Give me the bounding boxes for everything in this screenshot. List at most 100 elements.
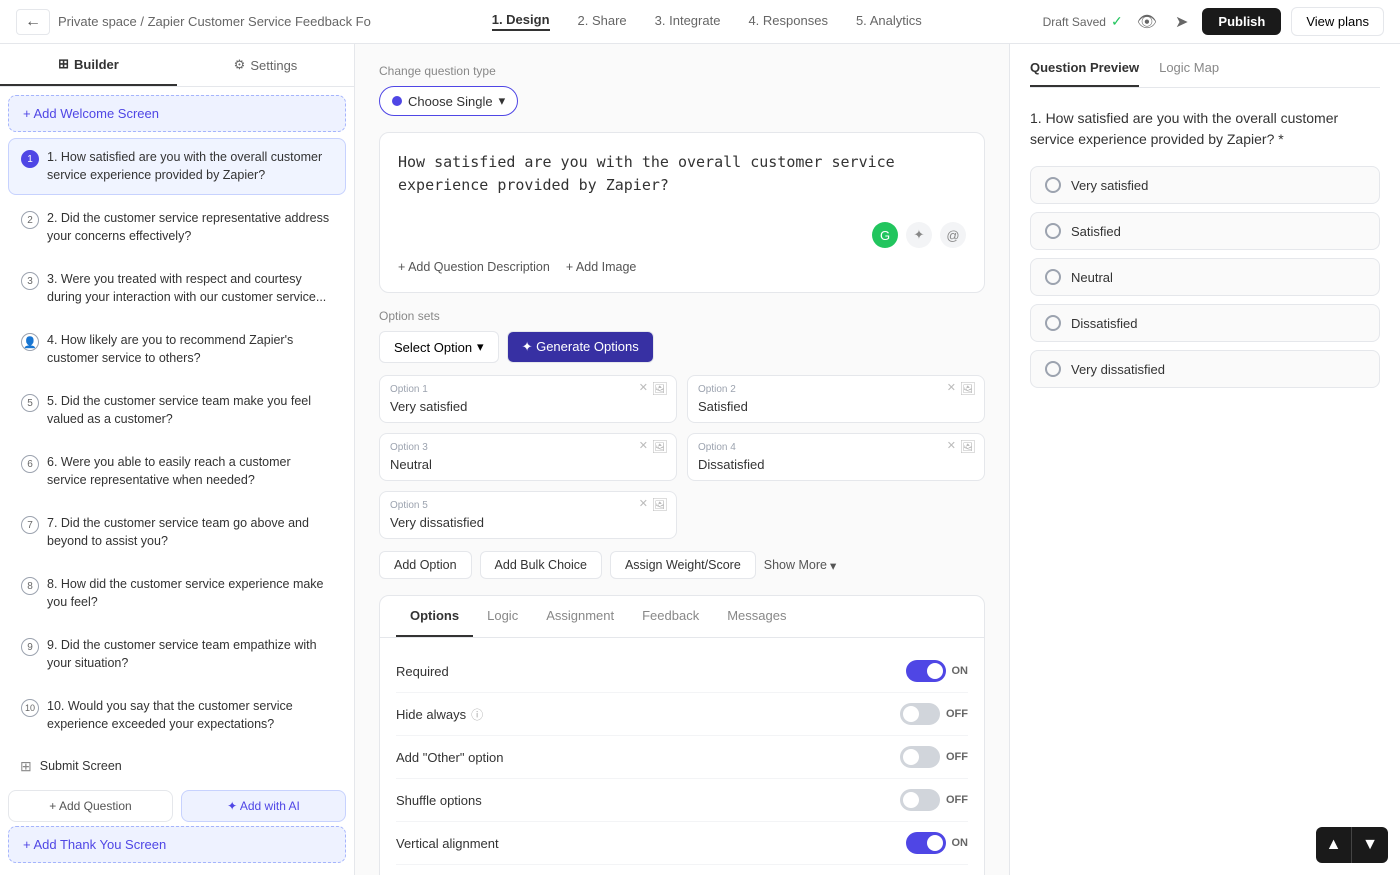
question-number-10: 10 [21,699,39,717]
generate-options-button[interactable]: ✦ Generate Options [507,331,654,363]
add-option-button[interactable]: Add Option [379,551,472,579]
sidebar-content: + Add Welcome Screen 1 1. How satisfied … [0,87,354,875]
preview-radio-4 [1045,315,1061,331]
question-item-9[interactable]: 9 9. Did the customer service team empat… [8,626,346,683]
question-item-3[interactable]: 3 3. Were you treated with respect and c… [8,260,346,317]
required-toggle[interactable] [906,660,946,682]
option-value-1[interactable]: Very satisfied [390,399,666,414]
option-image-5[interactable]: 🖼 [651,497,668,513]
question-text-input[interactable]: How satisfied are you with the overall c… [398,151,966,211]
option-value-5[interactable]: Very dissatisfied [390,515,666,530]
config-tab-logic[interactable]: Logic [473,596,532,637]
config-row-shuffle: Shuffle options OFF [396,779,968,822]
mention-icon[interactable]: @ [940,222,966,248]
config-tab-options[interactable]: Options [396,596,473,637]
option-close-4[interactable]: ✕ [947,439,956,452]
option-value-4[interactable]: Dissatisfied [698,457,974,472]
hide-always-label: Hide always ⓘ [396,706,483,723]
option-value-2[interactable]: Satisfied [698,399,974,414]
option-close-2[interactable]: ✕ [947,381,956,394]
sidebar-tab-settings[interactable]: ⚙ Settings [177,44,354,86]
question-item-10[interactable]: 10 10. Would you say that the customer s… [8,687,346,744]
config-tab-assignment[interactable]: Assignment [532,596,628,637]
center-panel: Change question type Choose Single ▾ How… [355,44,1010,875]
shuffle-label: Shuffle options [396,793,482,808]
sidebar-tab-builder[interactable]: ⊞ Builder [0,44,177,86]
share-icon[interactable]: ➤ [1171,8,1192,36]
option-close-3[interactable]: ✕ [639,439,648,452]
info-icon[interactable]: ⓘ [471,706,483,723]
preview-option-5[interactable]: Very dissatisfied [1030,350,1380,388]
question-number-9: 9 [21,638,39,656]
option-close-5[interactable]: ✕ [639,497,648,510]
preview-radio-1 [1045,177,1061,193]
option-image-1[interactable]: 🖼 [651,381,668,397]
question-item-5[interactable]: 5 5. Did the customer service team make … [8,382,346,439]
tab-share[interactable]: 2. Share [578,13,627,30]
show-more-button[interactable]: Show More ▾ [764,558,837,573]
tab-design[interactable]: 1. Design [492,12,550,31]
add-thank-you-screen-button[interactable]: + Add Thank You Screen [8,826,346,863]
publish-button[interactable]: Publish [1202,8,1281,35]
question-type-selector[interactable]: Choose Single ▾ [379,86,518,116]
preview-option-2[interactable]: Satisfied [1030,212,1380,250]
tab-logic-map[interactable]: Logic Map [1159,60,1219,87]
tab-responses[interactable]: 4. Responses [748,13,828,30]
question-item-2[interactable]: 2 2. Did the customer service representa… [8,199,346,256]
thank-you-text-item[interactable]: Thank you for your time! [8,867,346,875]
option-image-2[interactable]: 🖼 [959,381,976,397]
back-button[interactable]: ← [16,9,50,35]
question-number-2: 2 [21,211,39,229]
option-image-3[interactable]: 🖼 [651,439,668,455]
question-item-6[interactable]: 6 6. Were you able to easily reach a cus… [8,443,346,500]
config-tab-messages[interactable]: Messages [713,596,800,637]
option-value-3[interactable]: Neutral [390,457,666,472]
add-question-button[interactable]: + Add Question [8,790,173,822]
question-item-1[interactable]: 1 1. How satisfied are you with the over… [8,138,346,195]
question-number-3: 3 [21,272,39,290]
nav-up-button[interactable]: ▲ [1316,827,1352,863]
nav-down-button[interactable]: ▼ [1352,827,1388,863]
add-image-link[interactable]: + Add Image [566,260,637,274]
option-close-1[interactable]: ✕ [639,381,648,394]
option-box-2: Option 2 Satisfied ✕ 🖼 [687,375,985,423]
other-option-toggle[interactable] [900,746,940,768]
add-bulk-choice-button[interactable]: Add Bulk Choice [480,551,602,579]
option-box-1: Option 1 Very satisfied ✕ 🖼 [379,375,677,423]
config-tab-feedback[interactable]: Feedback [628,596,713,637]
question-item-8[interactable]: 8 8. How did the customer service experi… [8,565,346,622]
ai-tool-icon[interactable]: G [872,222,898,248]
option-image-4[interactable]: 🖼 [959,439,976,455]
preview-option-1[interactable]: Very satisfied [1030,166,1380,204]
hide-always-toggle[interactable] [900,703,940,725]
view-plans-button[interactable]: View plans [1291,7,1384,36]
add-description-link[interactable]: + Add Question Description [398,260,550,274]
sparkle-icon[interactable]: ✦ [906,222,932,248]
draft-saved-status: Draft Saved ✓ [1043,13,1123,30]
config-row-hide-number: Hide question number ⓘ OFF [396,865,968,875]
tab-question-preview[interactable]: Question Preview [1030,60,1139,87]
option-label-4: Option 4 [698,442,974,453]
tab-analytics[interactable]: 5. Analytics [856,13,922,30]
other-option-label: Add "Other" option [396,750,504,765]
preview-option-3[interactable]: Neutral [1030,258,1380,296]
option-box-3: Option 3 Neutral ✕ 🖼 [379,433,677,481]
vertical-toggle[interactable] [906,832,946,854]
config-rows: Required ON Hide always ⓘ [380,638,984,875]
add-welcome-screen-button[interactable]: + Add Welcome Screen [8,95,346,132]
add-with-ai-button[interactable]: ✦ Add with AI [181,790,346,822]
shuffle-toggle[interactable] [900,789,940,811]
assign-weight-button[interactable]: Assign Weight/Score [610,551,756,579]
left-sidebar: ⊞ Builder ⚙ Settings + Add Welcome Scree… [0,44,355,875]
question-item-7[interactable]: 7 7. Did the customer service team go ab… [8,504,346,561]
required-toggle-container: ON [906,660,969,682]
question-number-7: 7 [21,516,39,534]
tab-integrate[interactable]: 3. Integrate [655,13,721,30]
other-option-toggle-container: OFF [900,746,968,768]
question-item-4[interactable]: 👤 4. How likely are you to recommend Zap… [8,321,346,378]
preview-icon[interactable]: 👁 [1133,8,1161,36]
submit-screen-item[interactable]: ⊞ Submit Screen [8,748,346,786]
preview-option-4[interactable]: Dissatisfied [1030,304,1380,342]
select-option-button[interactable]: Select Option ▾ [379,331,499,363]
preview-option-text-5: Very dissatisfied [1071,362,1165,377]
